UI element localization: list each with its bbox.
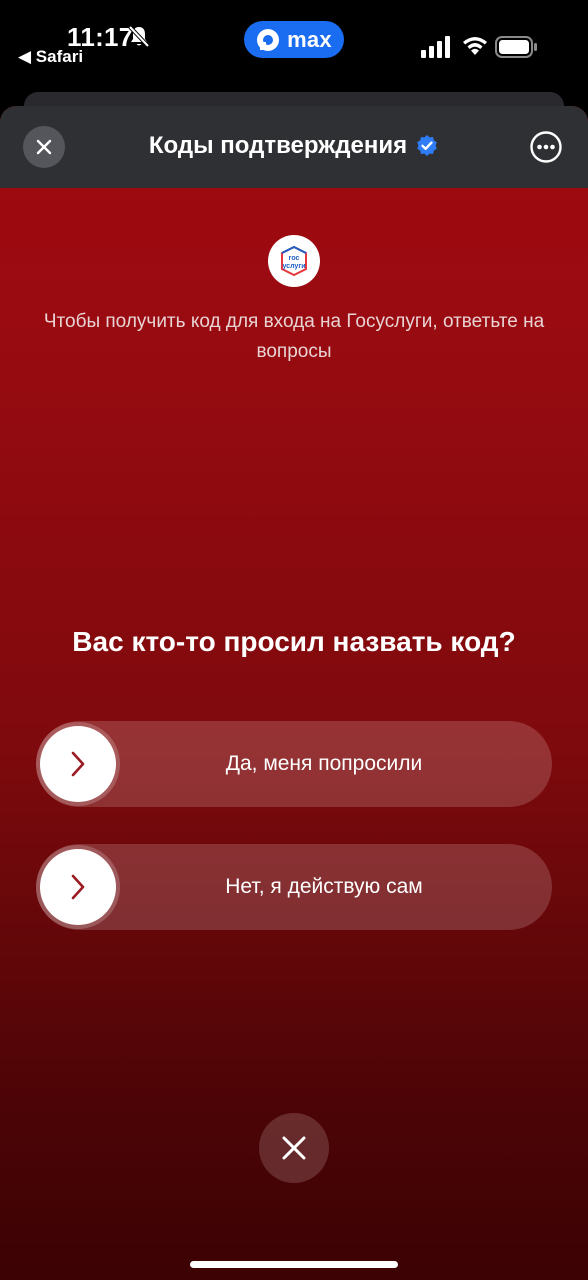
mini-app-sheet: Коды подтверждения гос услуги Чтобы полу… <box>0 106 588 1280</box>
max-label: max <box>287 26 332 52</box>
home-indicator[interactable] <box>190 1261 398 1268</box>
back-to-safari-link[interactable]: ◀ Safari <box>18 47 83 67</box>
page-title: Коды подтверждения <box>148 132 408 159</box>
max-logo-icon <box>257 28 280 51</box>
gosuslugi-logo: гос услуги <box>268 235 320 287</box>
bell-slash-icon <box>128 25 150 48</box>
wifi-icon <box>463 37 487 55</box>
max-app-pill[interactable]: max <box>244 21 344 58</box>
answer-no-button[interactable]: Нет, я действую сам <box>36 844 552 930</box>
question-heading: Вас кто-то просил назвать код? <box>72 626 516 657</box>
dismiss-button[interactable] <box>259 1113 329 1183</box>
instruction-text: Чтобы получить код для входа на Госуслуг… <box>43 311 545 362</box>
more-options-icon[interactable] <box>529 130 563 164</box>
battery-icon <box>495 36 537 58</box>
answer-yes-knob[interactable] <box>40 726 116 802</box>
chevron-right-icon <box>71 751 85 777</box>
chevron-right-icon <box>71 874 85 900</box>
answer-yes-label: Да, меня попросили <box>225 752 423 775</box>
close-icon <box>282 1136 306 1160</box>
answer-no-label: Нет, я действую сам <box>225 875 423 898</box>
answer-yes-button[interactable]: Да, меня попросили <box>36 721 552 807</box>
signal-icon <box>421 36 450 58</box>
logo-text-top: гос <box>289 255 300 262</box>
verified-badge-icon <box>417 135 437 156</box>
header-title-group: Коды подтверждения <box>0 132 588 160</box>
sheet-header: Коды подтверждения <box>0 106 588 188</box>
logo-text-bottom: услуги <box>282 263 305 270</box>
answer-no-knob[interactable] <box>40 849 116 925</box>
status-bar: 11:17 ◀ Safari max <box>0 0 588 90</box>
gosuslugi-logo-icon: гос услуги <box>281 245 307 277</box>
